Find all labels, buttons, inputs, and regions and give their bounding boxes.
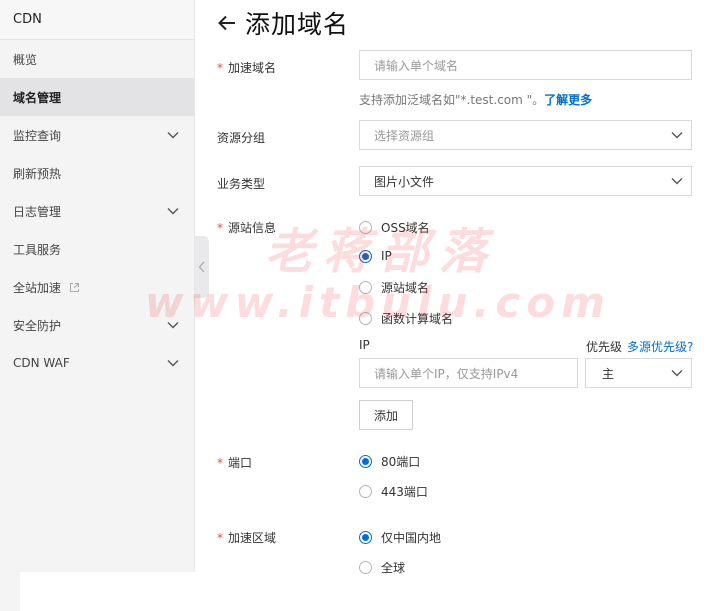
radio-button-checked[interactable]: [359, 455, 372, 468]
required-mark: *: [217, 531, 223, 545]
chevron-down-icon: [167, 132, 179, 139]
region-option-mainland[interactable]: 仅中国内地: [359, 529, 441, 546]
business-type-value: 图片小文件: [374, 174, 435, 189]
back-arrow-icon[interactable]: [217, 13, 237, 33]
ip-column-label: IP: [359, 338, 370, 352]
origin-option-fc-domain[interactable]: 函数计算域名: [359, 310, 453, 327]
radio-button[interactable]: [359, 485, 372, 498]
sidebar-bottom-strip: [0, 572, 20, 611]
origin-option-origin-domain[interactable]: 源站域名: [359, 279, 429, 296]
sidebar-item-label: 监控查询: [13, 128, 62, 143]
sidebar-item-label: 域名管理: [13, 90, 62, 105]
chevron-down-icon: [167, 360, 179, 367]
required-mark: *: [217, 61, 223, 75]
sidebar-item-label: 全站加速: [13, 280, 62, 295]
region-option-global[interactable]: 全球: [359, 559, 405, 576]
sidebar-item-refresh[interactable]: 刷新预热: [0, 154, 194, 192]
sidebar-item-label: 日志管理: [13, 204, 62, 219]
origin-option-ip[interactable]: IP: [359, 249, 392, 263]
port-label: * 端口: [217, 456, 253, 470]
origin-option-oss[interactable]: OSS域名: [359, 219, 430, 236]
sidebar-item-dcdn[interactable]: 全站加速: [0, 268, 194, 306]
external-link-icon: [70, 282, 80, 292]
chevron-down-icon: [167, 208, 179, 215]
sidebar-item-monitoring[interactable]: 监控查询: [0, 116, 194, 154]
sidebar-item-label: 刷新预热: [13, 166, 62, 181]
chevron-down-icon: [671, 132, 683, 139]
chevron-down-icon: [167, 322, 179, 329]
resource-group-label: 资源分组: [217, 131, 266, 145]
domain-input[interactable]: 请输入单个域名: [359, 50, 692, 80]
chevron-down-icon: [671, 178, 683, 185]
port-option-443[interactable]: 443端口: [359, 483, 428, 500]
radio-button[interactable]: [359, 561, 372, 574]
business-type-select[interactable]: 图片小文件: [359, 166, 692, 196]
priority-select[interactable]: 主: [585, 358, 692, 388]
origin-label: * 源站信息: [217, 221, 277, 235]
domain-input-placeholder: 请输入单个域名: [374, 58, 459, 73]
page-header: 添加域名: [217, 6, 349, 40]
sidebar-item-label: 安全防护: [13, 318, 62, 333]
sidebar-item-logs[interactable]: 日志管理: [0, 192, 194, 230]
sidebar-item-security[interactable]: 安全防护: [0, 306, 194, 344]
business-type-label: 业务类型: [217, 177, 266, 191]
ip-input-placeholder: 请输入单个IP，仅支持IPv4: [374, 366, 519, 381]
radio-button[interactable]: [359, 221, 372, 234]
sidebar: CDN 概览 域名管理 监控查询 刷新预热 日志管理 工具服务 全站加速 安全防…: [0, 0, 195, 572]
radio-button[interactable]: [359, 281, 372, 294]
sidebar-item-label: CDN WAF: [13, 356, 70, 370]
sidebar-item-label: 工具服务: [13, 242, 62, 257]
region-label: * 加速区域: [217, 531, 277, 545]
sidebar-item-cdn-waf[interactable]: CDN WAF: [0, 344, 194, 382]
sidebar-item-label: 概览: [13, 52, 38, 67]
required-mark: *: [217, 221, 223, 235]
radio-button-checked[interactable]: [359, 531, 372, 544]
domain-hint: 支持添加泛域名如"*.test.com "。了解更多: [359, 93, 593, 107]
page-title: 添加域名: [245, 10, 350, 39]
sidebar-title: CDN: [0, 0, 194, 40]
ip-input[interactable]: 请输入单个IP，仅支持IPv4: [359, 358, 578, 388]
chevron-down-icon: [671, 370, 683, 377]
resource-group-placeholder: 选择资源组: [374, 128, 435, 143]
main-content: 添加域名 * 加速域名 请输入单个域名 支持添加泛域名如"*.test.com "…: [195, 0, 718, 611]
page: CDN 概览 域名管理 监控查询 刷新预热 日志管理 工具服务 全站加速 安全防…: [0, 0, 718, 611]
required-mark: *: [217, 456, 223, 470]
port-option-80[interactable]: 80端口: [359, 453, 420, 470]
add-origin-button[interactable]: 添加: [359, 400, 413, 430]
learn-more-link[interactable]: 了解更多: [544, 93, 592, 107]
multi-origin-priority-link[interactable]: 多源优先级?: [627, 338, 693, 355]
sidebar-item-tools[interactable]: 工具服务: [0, 230, 194, 268]
domain-label: * 加速域名: [217, 61, 277, 75]
priority-column-label: 优先级: [586, 340, 623, 354]
radio-button[interactable]: [359, 312, 372, 325]
resource-group-select[interactable]: 选择资源组: [359, 120, 692, 150]
priority-value: 主: [602, 366, 615, 381]
radio-button-checked[interactable]: [359, 249, 372, 263]
sidebar-item-domain-management[interactable]: 域名管理: [0, 78, 194, 116]
sidebar-item-overview[interactable]: 概览: [0, 40, 194, 78]
